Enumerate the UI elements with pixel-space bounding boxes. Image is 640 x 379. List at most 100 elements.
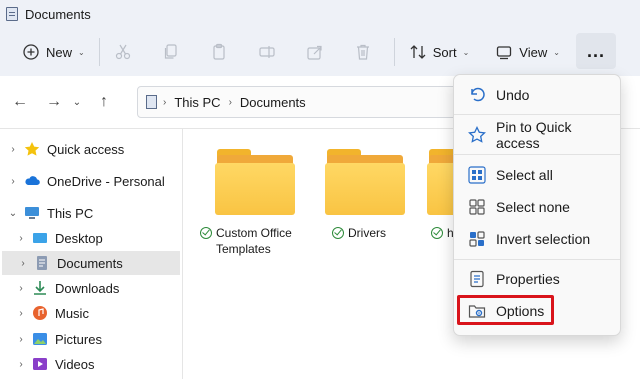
videos-icon (32, 356, 48, 372)
arrow-left-icon: ← (12, 93, 28, 110)
menu-label: Pin to Quick access (496, 119, 572, 151)
sort-icon (409, 43, 427, 61)
nav-label: Desktop (55, 230, 103, 246)
new-button[interactable]: New ⌄ (14, 34, 93, 70)
nav-label: OneDrive - Personal (47, 173, 165, 189)
nav-item-desktop[interactable]: › Desktop (0, 226, 180, 250)
menu-item-properties[interactable]: Properties (458, 264, 618, 294)
folder-icon (215, 149, 295, 215)
menu-item-pin[interactable]: Pin to Quick access (458, 119, 618, 151)
plus-circle-icon (22, 43, 40, 61)
menu-divider (454, 259, 620, 260)
nav-item-documents[interactable]: › Documents (2, 251, 180, 275)
see-more-button[interactable]: ... (576, 33, 616, 69)
chevron-down-icon: ⌄ (553, 47, 560, 57)
menu-item-undo[interactable]: Undo (458, 80, 618, 110)
share-icon (306, 43, 324, 61)
back-button[interactable]: ← (6, 88, 34, 116)
nav-item-music[interactable]: › Music (0, 301, 180, 325)
nav-item-this-pc[interactable]: ⌄ This PC (0, 201, 180, 225)
menu-label: Select none (496, 199, 570, 215)
chevron-right-icon: › (228, 96, 232, 108)
menu-label: Invert selection (496, 231, 591, 247)
chevron-down-icon: ⌄ (78, 47, 85, 57)
undo-icon (468, 86, 486, 104)
folder-name: Drivers (310, 225, 420, 241)
nav-label: Pictures (55, 331, 102, 347)
navigation-pane: › Quick access › OneDrive - Personal ⌄ T… (0, 129, 182, 379)
forward-button[interactable]: → (40, 88, 68, 116)
breadcrumb-this-pc[interactable]: This PC (174, 95, 220, 110)
select-all-icon (468, 166, 486, 184)
chevron-right-icon[interactable]: › (16, 258, 30, 269)
documents-icon (146, 95, 157, 109)
title-bar: Documents (0, 0, 640, 28)
toolbar-divider (98, 38, 100, 66)
cut-button[interactable] (106, 34, 140, 70)
options-highlight-box (457, 295, 554, 325)
star-icon (24, 141, 40, 157)
trash-icon (354, 43, 372, 61)
paste-icon (210, 43, 228, 61)
nav-label: Videos (55, 356, 95, 372)
folder-item[interactable]: Custom Office Templates (200, 149, 310, 257)
folder-name-line: Drivers (348, 226, 386, 240)
chevron-right-icon[interactable]: › (14, 233, 28, 244)
folder-item[interactable]: Drivers (310, 149, 420, 241)
nav-label: Quick access (47, 141, 125, 157)
nav-item-pictures[interactable]: › Pictures (0, 327, 180, 351)
nav-label: Documents (57, 255, 123, 271)
folder-name-line: Custom Office (216, 226, 292, 240)
paste-button[interactable] (202, 34, 236, 70)
chevron-right-icon[interactable]: › (6, 176, 20, 187)
sync-check-icon (200, 227, 212, 239)
chevron-right-icon[interactable]: › (6, 144, 20, 155)
copy-icon (162, 43, 180, 61)
address-bar[interactable]: › This PC › Documents (137, 86, 477, 118)
copy-button[interactable] (154, 34, 188, 70)
recent-locations-button[interactable]: ⌄ (68, 88, 86, 116)
sync-check-icon (332, 227, 344, 239)
chevron-down-icon: ⌄ (462, 47, 470, 57)
view-button[interactable]: View ⌄ (487, 34, 568, 70)
arrow-up-icon: ↑ (100, 93, 108, 110)
computer-icon (24, 205, 40, 221)
nav-item-onedrive[interactable]: › OneDrive - Personal (0, 169, 180, 193)
nav-item-quick-access[interactable]: › Quick access (0, 137, 180, 161)
nav-label: Downloads (55, 280, 120, 296)
command-bar: New ⌄ Sort ⌄ View ⌄ ... (0, 28, 640, 76)
sort-button[interactable]: Sort ⌄ (401, 34, 478, 70)
nav-label: Music (55, 305, 89, 321)
menu-item-select-none[interactable]: Select none (458, 192, 618, 222)
folder-icon (325, 149, 405, 215)
up-button[interactable]: ↑ (90, 88, 118, 116)
nav-label: This PC (47, 205, 94, 221)
rename-button[interactable] (250, 34, 284, 70)
breadcrumb-documents[interactable]: Documents (240, 95, 306, 110)
rename-icon (258, 43, 276, 61)
chevron-down-icon[interactable]: ⌄ (6, 208, 20, 219)
menu-item-invert-selection[interactable]: Invert selection (458, 224, 618, 254)
chevron-right-icon[interactable]: › (14, 334, 28, 345)
menu-item-select-all[interactable]: Select all (458, 160, 618, 190)
nav-item-videos[interactable]: › Videos (0, 352, 180, 376)
chevron-right-icon[interactable]: › (14, 283, 28, 294)
pictures-icon (32, 331, 48, 347)
cut-icon (114, 43, 132, 61)
documents-icon (6, 7, 18, 21)
pin-icon (468, 126, 486, 144)
menu-divider (454, 154, 620, 155)
documents-icon (34, 255, 50, 271)
view-icon (495, 43, 513, 61)
delete-button[interactable] (346, 34, 380, 70)
chevron-right-icon[interactable]: › (14, 359, 28, 370)
nav-item-downloads[interactable]: › Downloads (0, 276, 180, 300)
folder-name: Custom Office Templates (200, 225, 310, 257)
menu-divider (454, 114, 620, 115)
chevron-right-icon: › (163, 96, 167, 108)
share-button[interactable] (298, 34, 332, 70)
arrow-right-icon: → (46, 93, 62, 110)
download-icon (32, 280, 48, 296)
cloud-icon (24, 173, 40, 189)
chevron-right-icon[interactable]: › (14, 308, 28, 319)
